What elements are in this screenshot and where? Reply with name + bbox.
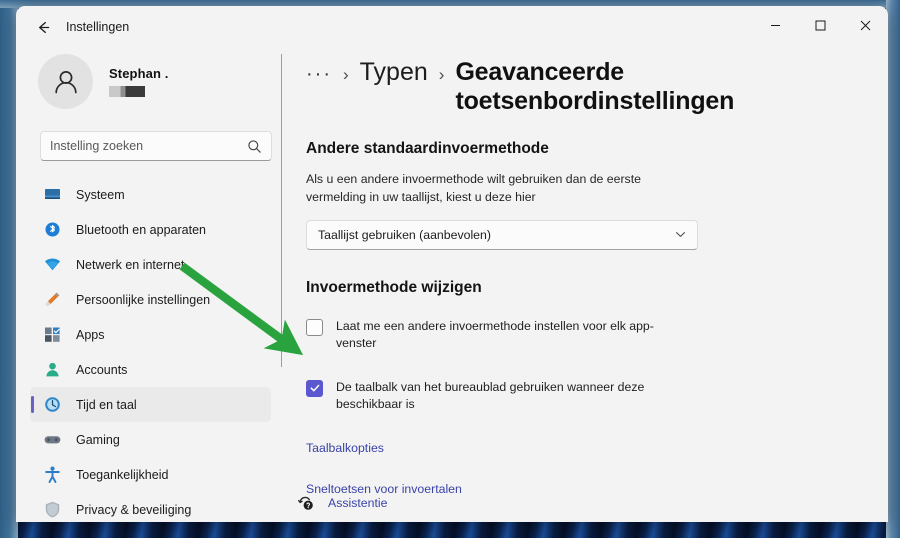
shield-icon [42,500,62,520]
apps-grid-icon [42,325,62,345]
sidebar-item-gaming[interactable]: Gaming [30,422,271,457]
breadcrumb-ellipsis-button[interactable]: ··· [306,64,332,84]
account-row[interactable]: Stephan . [38,54,281,109]
breadcrumb-parent-link[interactable]: Typen [360,58,428,87]
breadcrumb-separator-1: › [342,65,349,84]
sidebar-item-persoonlijke-instellingen[interactable]: Persoonlijke instellingen [30,282,271,317]
breadcrumb-separator-2: › [438,65,445,84]
chevron-down-icon [676,232,685,238]
bluetooth-icon [42,220,62,240]
account-text: Stephan . [109,66,168,97]
sidebar-item-systeem[interactable]: Systeem [30,177,271,212]
assistance-link[interactable]: Assistentie [297,494,387,512]
monitor-icon [44,189,60,199]
section-heading-switch-input: Invoermethode wijzigen [306,278,482,296]
checkbox-per-app-window[interactable] [306,318,323,336]
person-icon [45,362,59,377]
clock-icon [44,397,60,412]
sidebar-item-label: Netwerk en internet [76,257,185,272]
checkbox-label-per-app-window: Laat me een andere invoermethode instell… [336,318,654,351]
minimize-button[interactable] [753,6,798,44]
sidebar-item-label: Toegankelijkheid [76,467,169,482]
shield-icon [45,501,59,518]
desktop-right-edge [886,0,900,538]
account-email-redacted [109,86,145,97]
avatar [38,54,93,109]
checkmark-icon [310,384,319,392]
sidebar-item-label: Tijd en taal [76,397,137,412]
sidebar-nav: Systeem Bluetooth en apparaten Netwerk e… [16,177,281,522]
help-question-icon [298,496,313,510]
sidebar: Stephan . Systeem Bluetooth en apparaten [16,48,281,522]
sidebar-item-label: Systeem [76,187,125,202]
checkbox-label-desktop-language-bar: De taalbalk van het bureaublad gebruiken… [336,379,645,412]
main-content: ··· › Typen › Geavanceerde toetsenbordin… [281,48,888,522]
default-input-method-dropdown[interactable]: Taallijst gebruiken (aanbevolen) [306,219,698,250]
sidebar-item-label: Privacy & beveiliging [76,502,192,517]
section-heading-default-input: Andere standaardinvoermethode [306,140,549,157]
breadcrumb: ··· › Typen › Geavanceerde toetsenbordin… [306,58,864,116]
window-body: Stephan . Systeem Bluetooth en apparaten [16,48,888,522]
accessibility-icon [42,465,62,485]
bluetooth-icon [45,222,59,237]
assistance-label: Assistentie [328,496,388,510]
app-title: Instellingen [66,20,130,34]
sidebar-item-bluetooth-en-apparaten[interactable]: Bluetooth en apparaten [30,212,271,247]
link-language-bar-options[interactable]: Taalbalkopties [306,441,384,455]
paintbrush-icon [42,290,62,310]
person-avatar-icon [54,70,77,93]
back-arrow-icon [38,21,49,33]
sidebar-item-label: Accounts [76,362,128,377]
maximize-icon [815,20,826,30]
checkbox-row-desktop-language-bar[interactable]: De taalbalk van het bureaublad gebruiken… [306,379,864,414]
sidebar-item-apps[interactable]: Apps [30,317,271,352]
person-icon [42,360,62,380]
dropdown-selected-value: Taallijst gebruiken (aanbevolen) [318,227,491,242]
checkbox-row-per-app-window[interactable]: Laat me een andere invoermethode instell… [306,318,864,353]
monitor-icon [42,185,62,205]
title-bar: Instellingen [16,6,888,48]
section-description: Als u een andere invoermethode wilt gebr… [306,172,641,204]
sidebar-item-label: Gaming [76,432,120,447]
search-icon [248,139,261,153]
maximize-button[interactable] [798,6,843,44]
wifi-icon [44,258,60,271]
sidebar-item-netwerk-en-internet[interactable]: Netwerk en internet [30,247,271,282]
clock-icon [42,395,62,415]
paintbrush-icon [44,292,59,307]
sidebar-item-accounts[interactable]: Accounts [30,352,271,387]
search-input[interactable] [50,139,247,153]
sidebar-item-label: Persoonlijke instellingen [76,292,211,307]
account-name: Stephan . [109,66,169,81]
sidebar-item-privacy-beveiliging[interactable]: Privacy & beveiliging [30,492,271,522]
wifi-icon [42,255,62,275]
close-icon [860,20,871,30]
window-controls [753,6,888,48]
close-button[interactable] [843,6,888,44]
sidebar-item-toegankelijkheid[interactable]: Toegankelijkheid [30,457,271,492]
sidebar-item-tijd-en-taal[interactable]: Tijd en taal [30,387,271,422]
gamepad-icon [42,430,62,450]
gamepad-icon [44,436,60,444]
accessibility-icon [44,466,60,483]
minimize-icon [771,24,780,26]
back-button[interactable] [26,12,60,42]
search-box[interactable] [40,131,272,161]
settings-window: Instellingen Stephan . Instelling zoeken… [16,6,888,522]
sidebar-item-label: Bluetooth en apparaten [76,222,206,237]
checkbox-desktop-language-bar[interactable] [306,379,323,397]
page-title: Geavanceerde toetsenbordinstellingen [455,58,735,115]
apps-grid-icon [44,327,60,342]
sidebar-item-label: Apps [76,327,105,342]
